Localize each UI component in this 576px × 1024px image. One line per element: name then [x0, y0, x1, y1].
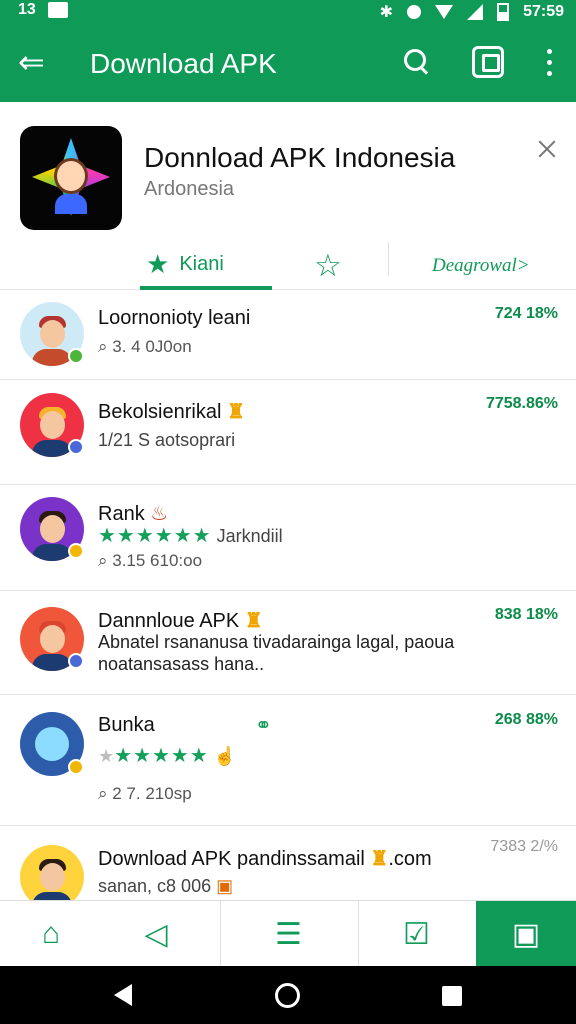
page-title: Download APK [90, 48, 277, 79]
mail-icon [48, 2, 68, 18]
tag-icon[interactable]: ◁ [104, 901, 208, 967]
tab-label-kiani: Kiani [179, 252, 224, 275]
item-name: Dannnloue APK ♜ [98, 610, 263, 632]
rating-row: ★★★★★★ ☝ [98, 745, 237, 767]
verified-badge-icon [68, 439, 84, 455]
list-item[interactable]: Dannnloue APK ♜ Abnatel rsananusa tivada… [0, 591, 576, 695]
system-back-icon[interactable] [114, 984, 132, 1006]
list-item[interactable]: Download APK pandinssamail ♜.com sanan, … [0, 826, 576, 909]
crown-icon: ♜ [226, 401, 245, 423]
item-percentage: 838 18% [494, 606, 558, 623]
app-logo [20, 126, 122, 230]
item-meta: ⌕ 3. 4 0J0on [98, 337, 192, 356]
rating-stars: ★★★★★ [114, 745, 209, 767]
tab-favorites[interactable]: ☆ [314, 242, 342, 290]
verified-badge-icon [68, 348, 84, 364]
bottom-navigation: ⌂ ◁ ☰ ☑ ▣ [0, 900, 576, 967]
tab-divider [388, 242, 389, 276]
crown-icon: ♜ [244, 610, 263, 632]
status-bar: 13 ✱ 57:59 [0, 0, 576, 24]
app-header: Donnload APK Indonesia Ardonesia ★ Kiani… [0, 102, 576, 290]
item-name: Loornonioty leani [98, 307, 251, 329]
hand-icon: ☝ [213, 746, 237, 766]
star-outline-icon: ☆ [314, 248, 342, 283]
results-list: Loornonioty leani ⌕ 3. 4 0J0on 724 18% B… [0, 290, 576, 909]
item-name: Bekolsienrikal ♜ [98, 401, 245, 423]
item-meta: ⌕ 2 7. 210sp [98, 784, 192, 803]
list-icon[interactable]: ☰ [220, 901, 356, 967]
list-item[interactable]: Bekolsienrikal ♜ 1/21 S aotsoprari 7758.… [0, 380, 576, 485]
rating-row: ★★★★★★ Jarkndiil [98, 523, 283, 548]
list-item[interactable]: Bunka ⚭ ★★★★★★ ☝ ⌕ 2 7. 210sp 268 88% [0, 695, 576, 826]
list-item[interactable]: Loornonioty leani ⌕ 3. 4 0J0on 724 18% [0, 290, 576, 380]
system-status-icons: ✱ 57:59 [380, 0, 564, 24]
home-icon[interactable]: ⌂ [0, 901, 102, 967]
item-meta: ⌕ 3.15 610:oo [98, 551, 203, 570]
app-bar: ⇐ Download APK [0, 24, 576, 102]
list-item[interactable]: Rank ♨ ★★★★★★ Jarkndiil ⌕ 3.15 610:oo [0, 485, 576, 591]
close-icon[interactable] [536, 138, 558, 160]
system-home-icon[interactable] [275, 983, 300, 1008]
item-name: Download APK pandinssamail ♜.com [98, 848, 432, 870]
fire-icon: ♨ [150, 503, 169, 525]
verified-badge-icon [68, 759, 84, 775]
verified-badge-icon [68, 653, 84, 669]
item-meta: sanan, c8 006 ▣ [98, 876, 234, 896]
item-description: Abnatel rsananusa tivadarainga lagal, pa… [98, 632, 455, 674]
status-time-right: 57:59 [523, 3, 564, 20]
tab-kiani[interactable]: ★ Kiani [140, 242, 272, 290]
crown-icon: ♜ [370, 848, 389, 870]
status-time-left: 13 [18, 1, 36, 18]
tab-bar: ★ Kiani ☆ Deagrowal> [140, 242, 576, 290]
star-filled-icon: ★ [146, 248, 170, 279]
tab-deagrowal[interactable]: Deagrowal> [432, 242, 530, 290]
link-icon: ⚭ [255, 715, 272, 737]
download-icon[interactable]: ▣ [476, 901, 576, 967]
rating-stars: ★★★★★★ [98, 525, 212, 547]
developer-name: Ardonesia [144, 178, 235, 200]
item-name: Bunka [98, 714, 155, 736]
app-name: Donnload APK Indonesia [144, 142, 456, 173]
item-percentage: 7758.86% [485, 395, 558, 412]
battery-icon [497, 3, 510, 21]
back-arrow-icon[interactable]: ⇐ [18, 46, 45, 78]
gift-icon: ▣ [216, 876, 234, 896]
tab-label-deagrowal: Deagrowal> [432, 255, 530, 276]
system-navigation [0, 966, 576, 1024]
signal-icon [467, 4, 484, 20]
bluetooth-icon: ✱ [379, 4, 394, 21]
more-options-icon[interactable] [540, 46, 572, 78]
item-percentage: 268 88% [494, 711, 558, 728]
item-percentage: 7383 2/% [490, 838, 558, 855]
verified-badge-icon [68, 543, 84, 559]
save-icon[interactable] [472, 46, 504, 78]
wifi-icon [435, 5, 454, 19]
search-icon[interactable] [400, 46, 432, 78]
do-not-disturb-icon [407, 5, 422, 19]
item-percentage: 724 18% [494, 305, 558, 322]
rating-text: Jarkndiil [216, 526, 283, 546]
checklist-icon[interactable]: ☑ [358, 901, 474, 967]
system-recents-icon[interactable] [442, 986, 462, 1006]
item-meta: 1/21 S aotsoprari [98, 430, 236, 450]
